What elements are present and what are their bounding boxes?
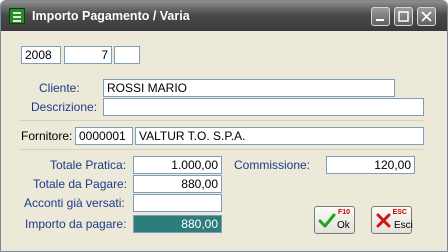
minimize-button[interactable] bbox=[371, 7, 390, 26]
year-field[interactable]: 2008 bbox=[21, 46, 61, 64]
importo-label: Importo da pagare: bbox=[25, 217, 127, 231]
number-field[interactable]: 7 bbox=[64, 46, 112, 64]
esci-label: Esci bbox=[394, 220, 413, 231]
separator bbox=[19, 120, 423, 121]
descrizione-label: Descrizione: bbox=[31, 100, 98, 114]
ok-button[interactable]: F10 Ok bbox=[314, 206, 355, 234]
esci-button[interactable]: ESC Esci bbox=[371, 206, 413, 234]
acconti-label: Acconti già versati: bbox=[24, 196, 125, 210]
totale-da-pagare-field[interactable]: 880,00 bbox=[133, 175, 222, 193]
fornitore-name-field[interactable]: VALTUR T.O. S.P.A. bbox=[135, 127, 424, 145]
fornitore-label: Fornitore: bbox=[21, 129, 73, 143]
cliente-label: Cliente: bbox=[39, 81, 80, 95]
maximize-icon bbox=[398, 11, 409, 22]
extra-field[interactable] bbox=[114, 46, 140, 64]
separator bbox=[19, 149, 423, 150]
acconti-field[interactable] bbox=[133, 194, 222, 212]
descrizione-field[interactable] bbox=[103, 98, 424, 116]
window-title: Importo Pagamento / Varia bbox=[32, 9, 190, 23]
fornitore-code-field[interactable]: 0000001 bbox=[75, 127, 133, 145]
cliente-field[interactable]: ROSSI MARIO bbox=[103, 79, 395, 97]
commissione-label: Commissione: bbox=[234, 158, 311, 172]
cross-icon bbox=[376, 213, 391, 228]
totale-pratica-label: Totale Pratica: bbox=[50, 158, 127, 172]
close-icon bbox=[421, 11, 432, 22]
dialog-window: Importo Pagamento / Varia 2008 7 Cliente… bbox=[0, 0, 448, 252]
ok-shortcut: F10 bbox=[337, 209, 350, 216]
esci-shortcut: ESC bbox=[392, 209, 407, 216]
ok-label: Ok bbox=[337, 220, 350, 231]
totale-pratica-field[interactable]: 1.000,00 bbox=[133, 156, 222, 174]
totale-da-pagare-label: Totale da Pagare: bbox=[33, 177, 128, 191]
importo-field[interactable]: 880,00 bbox=[133, 215, 222, 233]
minimize-icon bbox=[376, 19, 384, 21]
maximize-button[interactable] bbox=[394, 7, 413, 26]
close-button[interactable] bbox=[417, 7, 436, 26]
title-bar[interactable]: Importo Pagamento / Varia bbox=[1, 1, 447, 31]
commissione-field[interactable]: 120,00 bbox=[326, 156, 415, 174]
checkmark-icon bbox=[318, 213, 336, 228]
app-icon bbox=[9, 8, 25, 24]
